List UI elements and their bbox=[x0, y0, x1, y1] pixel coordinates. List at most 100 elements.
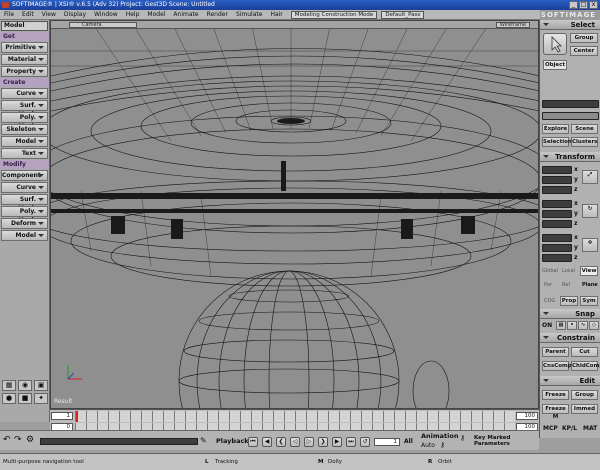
command-line-field[interactable] bbox=[40, 438, 198, 445]
menu-render[interactable]: Render bbox=[203, 10, 232, 20]
rotate-y-field[interactable] bbox=[542, 210, 572, 218]
select-arrow-button[interactable] bbox=[543, 33, 567, 55]
scene-button[interactable]: Scene bbox=[571, 124, 598, 134]
timeline-start-field[interactable]: 1 bbox=[51, 412, 73, 420]
maximize-button[interactable]: □ bbox=[579, 1, 588, 9]
current-frame-field[interactable]: 1 bbox=[374, 438, 400, 446]
plane-toggle[interactable]: Plane bbox=[582, 282, 598, 288]
menu-edit[interactable]: Edit bbox=[18, 10, 38, 20]
modify-deform-button[interactable]: Deform bbox=[1, 218, 48, 229]
snap-grid-icon[interactable]: ▦ bbox=[556, 321, 566, 330]
menu-simulate[interactable]: Simulate bbox=[232, 10, 267, 20]
modify-curve-button[interactable]: Curve bbox=[1, 182, 48, 193]
timeline-end-field[interactable]: 100 bbox=[516, 412, 538, 420]
cube-icon[interactable]: ■ bbox=[18, 393, 32, 404]
menu-display[interactable]: Display bbox=[60, 10, 90, 20]
ref-toggle[interactable]: Ref bbox=[562, 282, 570, 288]
object-select-button[interactable]: Object bbox=[543, 60, 567, 70]
camera-selector[interactable]: Camera bbox=[69, 22, 137, 28]
render-icon[interactable]: ▣ bbox=[34, 380, 48, 391]
create-model-button[interactable]: Model bbox=[1, 136, 48, 147]
sphere-icon[interactable]: ● bbox=[2, 393, 16, 404]
light-icon[interactable]: ✦ bbox=[34, 393, 48, 404]
modify-model-button[interactable]: Model bbox=[1, 230, 48, 241]
play-forward-button[interactable]: ▷ bbox=[304, 437, 314, 447]
clusters-button[interactable]: Clusters bbox=[571, 137, 598, 147]
center-select-button[interactable]: Center bbox=[570, 46, 598, 56]
snap-section-header[interactable]: Snap bbox=[540, 309, 600, 319]
prev-key-button[interactable]: ◀ bbox=[262, 437, 272, 447]
select-section-header[interactable]: Select bbox=[540, 20, 600, 30]
auto-key-toggle[interactable]: Auto bbox=[421, 442, 435, 449]
translate-x-field[interactable] bbox=[542, 234, 572, 242]
translate-y-field[interactable] bbox=[542, 244, 572, 252]
tab-mat[interactable]: MAT bbox=[583, 425, 597, 432]
snap-point-icon[interactable]: • bbox=[567, 321, 577, 330]
lock-icon[interactable]: ⚙ bbox=[26, 435, 34, 445]
scale-y-field[interactable] bbox=[542, 176, 572, 184]
material-button[interactable]: Material bbox=[1, 54, 48, 65]
redo-icon[interactable]: ↷ bbox=[14, 435, 22, 445]
snap-surface-icon[interactable]: ◇ bbox=[589, 321, 599, 330]
key-marked-icon[interactable]: ⚷ bbox=[460, 434, 465, 442]
chldcomp-button[interactable]: ChldComp bbox=[571, 361, 600, 371]
snap-on-toggle[interactable]: ON bbox=[542, 322, 552, 329]
prop-toggle[interactable]: Prop bbox=[560, 296, 578, 306]
constrain-section-header[interactable]: Constrain bbox=[540, 333, 600, 343]
goto-end-button[interactable]: ⏭ bbox=[346, 437, 356, 447]
tab-mcp[interactable]: MCP bbox=[543, 425, 558, 432]
script-editor-icon[interactable]: ✎ bbox=[200, 436, 207, 445]
camera-icon[interactable]: ◉ bbox=[18, 380, 32, 391]
prev-frame-button[interactable]: ❮ bbox=[276, 437, 286, 447]
next-key-button[interactable]: ▶ bbox=[332, 437, 342, 447]
create-surf-mesh-button[interactable]: Surf. Mesh bbox=[1, 100, 48, 118]
tab-kpl[interactable]: KP/L bbox=[562, 425, 577, 432]
cnscomp-button[interactable]: CnsComp bbox=[542, 361, 572, 371]
menu-help[interactable]: Help bbox=[122, 10, 144, 20]
scale-tool-button[interactable]: ⤢ bbox=[582, 170, 598, 184]
scale-z-field[interactable] bbox=[542, 186, 572, 194]
loop-button[interactable]: ↺ bbox=[360, 437, 370, 447]
freeze-button[interactable]: Freeze bbox=[542, 390, 569, 400]
rotate-x-field[interactable] bbox=[542, 200, 572, 208]
menu-hair[interactable]: Hair bbox=[266, 10, 286, 20]
key-icon[interactable]: ⚷ bbox=[440, 441, 445, 449]
construction-mode-dropdown[interactable]: Modeling Construction Mode bbox=[290, 10, 378, 19]
freeze-m-button[interactable]: Freeze M bbox=[542, 404, 569, 420]
group-select-button[interactable]: Group bbox=[570, 33, 598, 43]
menu-model[interactable]: Model bbox=[143, 10, 169, 20]
cog-toggle[interactable]: COG bbox=[544, 298, 555, 304]
3d-viewport[interactable]: Camera Wireframe Result bbox=[50, 20, 539, 409]
sym-toggle[interactable]: Sym bbox=[580, 296, 598, 306]
menu-file[interactable]: File bbox=[0, 10, 18, 20]
create-poly-mesh-button[interactable]: Poly. Mesh bbox=[1, 112, 48, 130]
render-pass-dropdown[interactable]: Default_Pass bbox=[381, 10, 425, 19]
rotate-tool-button[interactable]: ↻ bbox=[582, 204, 598, 218]
property-button[interactable]: Property bbox=[1, 66, 48, 77]
par-toggle[interactable]: Par bbox=[544, 282, 552, 288]
create-section-header[interactable]: Create bbox=[0, 78, 49, 87]
modify-poly-mesh-button[interactable]: Poly. Mesh bbox=[1, 206, 48, 224]
toolbar-dropdown[interactable]: Model bbox=[1, 21, 48, 31]
all-toggle[interactable]: All bbox=[404, 438, 413, 445]
animation-menu[interactable]: Animation bbox=[421, 432, 458, 440]
create-text-button[interactable]: Text bbox=[1, 148, 48, 159]
create-skeleton-button[interactable]: Skeleton bbox=[1, 124, 48, 135]
menu-window[interactable]: Window bbox=[90, 10, 122, 20]
selection-button[interactable]: Selection bbox=[542, 137, 572, 147]
immed-button[interactable]: Immed bbox=[571, 404, 598, 414]
translate-z-field[interactable] bbox=[542, 254, 572, 262]
edit-section-header[interactable]: Edit bbox=[540, 376, 600, 386]
view-toggle[interactable]: View bbox=[580, 266, 598, 276]
cut-button[interactable]: Cut bbox=[571, 347, 598, 357]
modify-component-button[interactable]: Component bbox=[1, 170, 48, 181]
modify-surf-mesh-button[interactable]: Surf. Mesh bbox=[1, 194, 48, 212]
key-marked-parameters-button[interactable]: Key Marked Parameters bbox=[474, 435, 539, 447]
selection-name-field[interactable] bbox=[542, 100, 599, 108]
modify-section-header[interactable]: Modify bbox=[0, 160, 49, 169]
playhead-marker[interactable] bbox=[76, 411, 78, 422]
snap-curve-icon[interactable]: ∿ bbox=[578, 321, 588, 330]
local-toggle[interactable]: Local bbox=[562, 268, 575, 274]
edit-group-button[interactable]: Group bbox=[571, 390, 598, 400]
primitive-button[interactable]: Primitive bbox=[1, 42, 48, 53]
